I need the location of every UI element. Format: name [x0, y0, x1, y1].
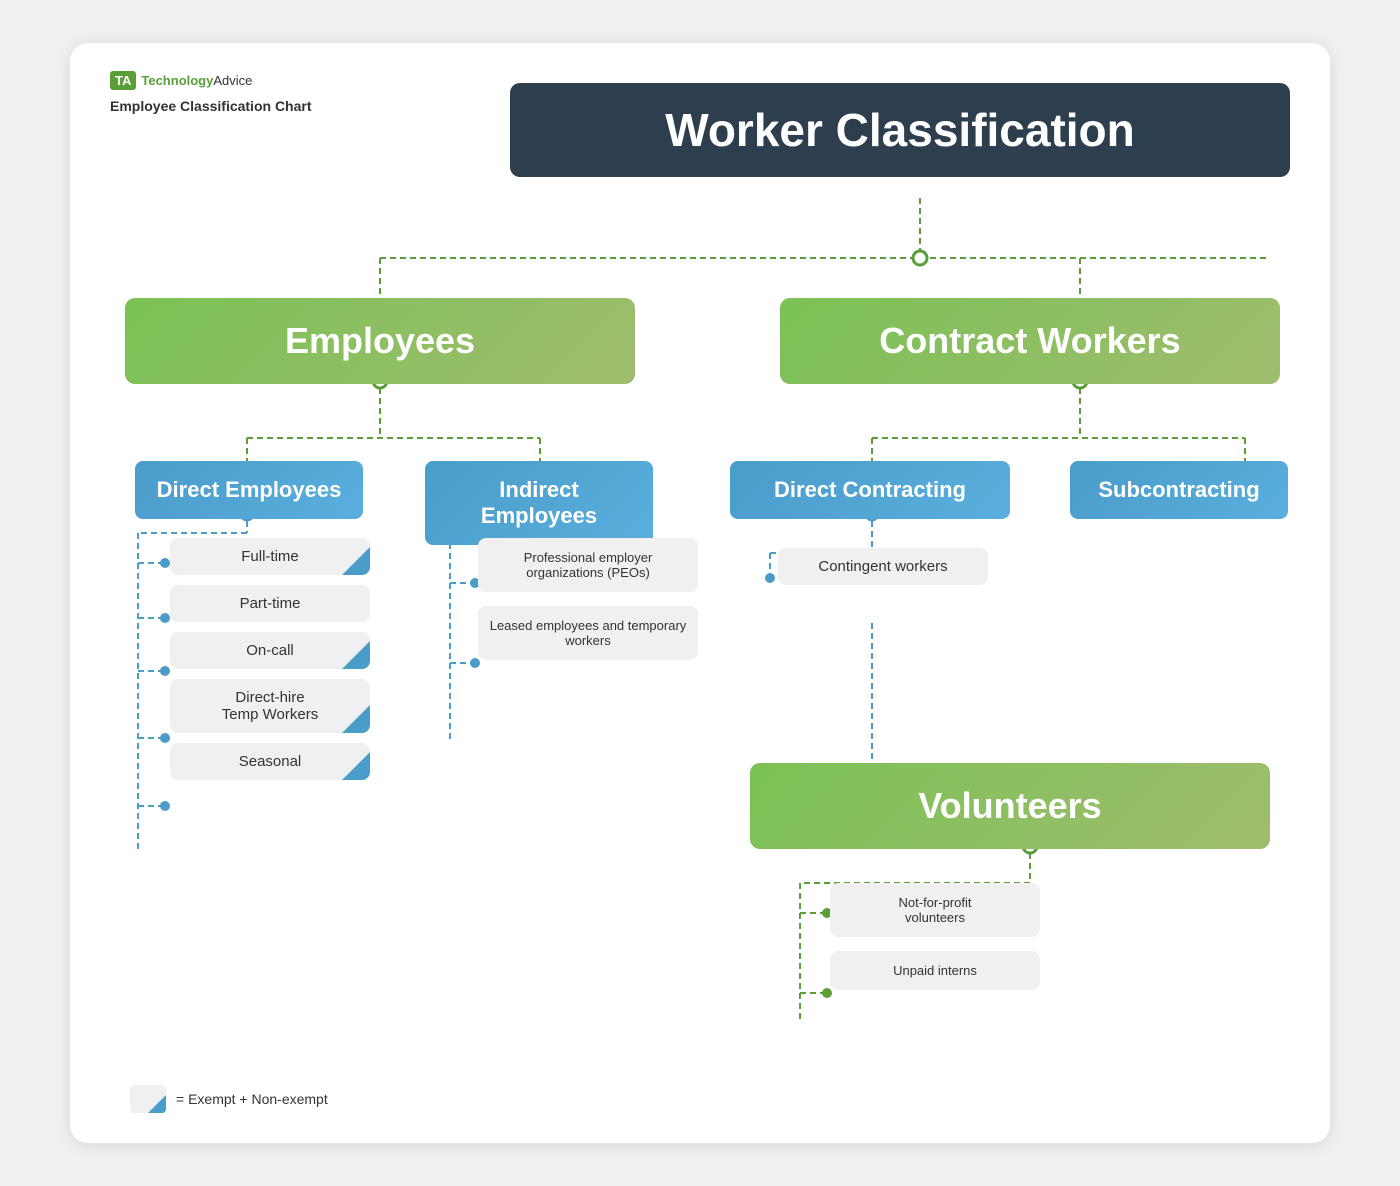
logo-brand: TechnologyAdvice: [141, 73, 252, 88]
direct-contracting-box: Direct Contracting: [730, 461, 1010, 519]
volunteers-leaves: Not-for-profitvolunteers Unpaid interns: [830, 883, 1040, 990]
direct-emp-leaves: Full-time Part-time On-call Direct-hireT…: [170, 538, 370, 780]
employees-box: Employees: [125, 298, 635, 384]
legend-icon: [130, 1085, 166, 1113]
subcontracting-box: Subcontracting: [1070, 461, 1288, 519]
leaf-seasonal: Seasonal: [170, 743, 370, 780]
volunteers-box: Volunteers: [750, 763, 1270, 849]
indirect-employees-label: Indirect Employees: [439, 477, 639, 529]
leaf-on-call: On-call: [170, 632, 370, 669]
leaf-unpaid-interns: Unpaid interns: [830, 951, 1040, 990]
employees-label: Employees: [145, 320, 615, 362]
legend-text: = Exempt + Non-exempt: [176, 1091, 328, 1107]
legend: = Exempt + Non-exempt: [130, 1085, 328, 1113]
contract-workers-box: Contract Workers: [780, 298, 1280, 384]
main-title-box: Worker Classification: [510, 83, 1290, 177]
contract-workers-label: Contract Workers: [800, 320, 1260, 362]
leaf-part-time: Part-time: [170, 585, 370, 622]
indirect-emp-leaves: Professional employer organizations (PEO…: [478, 538, 698, 660]
direct-contracting-label: Direct Contracting: [744, 477, 996, 503]
direct-employees-label: Direct Employees: [149, 477, 349, 503]
leaf-direct-hire: Direct-hireTemp Workers: [170, 679, 370, 733]
logo-area: TA TechnologyAdvice Employee Classificat…: [110, 71, 312, 114]
main-title: Worker Classification: [540, 103, 1260, 157]
logo-ta-badge: TA: [110, 71, 136, 90]
leaf-nonprofit: Not-for-profitvolunteers: [830, 883, 1040, 937]
direct-con-leaves: Contingent workers: [778, 548, 988, 585]
main-card: TA TechnologyAdvice Employee Classificat…: [70, 43, 1330, 1143]
direct-employees-box: Direct Employees: [135, 461, 363, 519]
volunteers-label: Volunteers: [770, 785, 1250, 827]
chart-subtitle: Employee Classification Chart: [110, 98, 312, 114]
leaf-peo: Professional employer organizations (PEO…: [478, 538, 698, 592]
indirect-employees-box: Indirect Employees: [425, 461, 653, 545]
subcontracting-label: Subcontracting: [1084, 477, 1274, 503]
leaf-full-time: Full-time: [170, 538, 370, 575]
logo-badge: TA TechnologyAdvice: [110, 71, 312, 90]
leaf-contingent: Contingent workers: [778, 548, 988, 585]
leaf-leased: Leased employees and temporary workers: [478, 606, 698, 660]
